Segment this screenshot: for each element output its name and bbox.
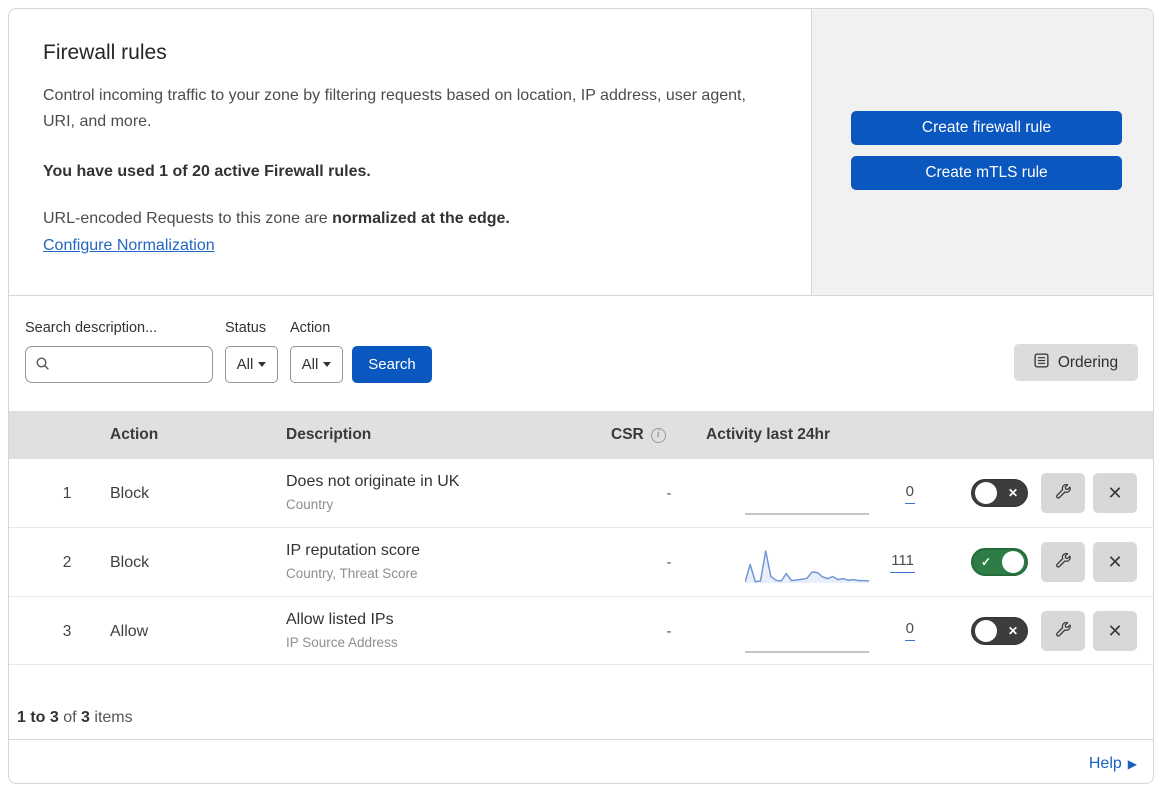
rule-fields: Country, Threat Score [286, 566, 418, 581]
footer-divider [9, 739, 1153, 740]
help-label: Help [1088, 755, 1122, 772]
ordering-button-label: Ordering [1057, 353, 1119, 371]
create-firewall-rule-button[interactable]: Create firewall rule [851, 111, 1122, 145]
search-label: Search description... [25, 320, 158, 336]
normalization-bold: normalized at the edge. [332, 210, 510, 227]
configure-normalization-link[interactable]: Configure Normalization [43, 237, 215, 255]
rule-action: Block [110, 554, 150, 571]
rule-enabled-toggle[interactable]: ✓ ✕ [971, 548, 1028, 576]
status-label: Status [225, 320, 267, 336]
rule-action: Allow [110, 623, 149, 640]
rule-description[interactable]: Allow listed IPs [286, 608, 398, 632]
rule-priority: 1 [62, 485, 72, 502]
status-value: All [236, 356, 254, 373]
arrow-right-icon: ▶ [1127, 757, 1137, 771]
wrench-icon [1053, 620, 1073, 643]
rule-fields: IP Source Address [286, 635, 398, 650]
rule-fields: Country [286, 497, 334, 512]
wrench-icon [1053, 551, 1073, 574]
list-icon [1034, 352, 1049, 373]
status-dropdown[interactable]: All [225, 346, 278, 383]
rule-csr-value: - [666, 485, 672, 502]
check-icon: ✓ [981, 555, 992, 569]
page-description: Control incoming traffic to your zone by… [43, 87, 746, 130]
rule-priority: 3 [62, 623, 72, 640]
csr-label: CSR [611, 426, 644, 443]
toggle-knob [975, 482, 997, 504]
header-section: Create firewall rule Create mTLS rule Fi… [9, 9, 1153, 296]
page-title: Firewall rules [43, 41, 167, 64]
rule-description[interactable]: IP reputation score [286, 539, 420, 563]
ordering-button[interactable]: Ordering [1014, 344, 1138, 381]
rule-enabled-toggle[interactable]: ✓ ✕ [971, 479, 1028, 507]
pagination-range: 1 to 3 [17, 709, 59, 726]
table-row: 1 Block Does not originate in UK Country… [9, 459, 1153, 528]
wrench-icon [1053, 482, 1073, 505]
pagination-total: 3 [81, 709, 90, 726]
usage-text: You have used 1 of 20 active Firewall ru… [43, 163, 371, 180]
actions-panel: Create firewall rule Create mTLS rule [811, 9, 1153, 295]
rule-priority: 2 [62, 554, 72, 571]
activity-count-cell: 0 [865, 597, 915, 664]
activity-count-link[interactable]: 0 [904, 620, 915, 641]
edit-rule-button[interactable] [1041, 473, 1085, 513]
help-link[interactable]: Help ▶ [1089, 755, 1137, 773]
activity-count-link[interactable]: 0 [904, 483, 915, 504]
info-icon[interactable]: i [650, 427, 666, 443]
search-icon [35, 356, 51, 377]
action-dropdown[interactable]: All [290, 346, 343, 383]
rule-csr-value: - [666, 554, 672, 571]
pagination-summary: 1 to 3 of 3 items [17, 709, 133, 727]
rule-description-cell: Allow listed IPs IP Source Address [286, 608, 398, 653]
normalization-text: URL-encoded Requests to this zone are no… [43, 210, 510, 228]
action-label: Action [290, 320, 331, 336]
rule-csr-value: - [666, 623, 672, 640]
column-header-description: Description [286, 426, 372, 443]
firewall-rules-card: Create firewall rule Create mTLS rule Fi… [8, 8, 1154, 784]
activity-count-link[interactable]: 111 [890, 552, 915, 573]
column-header-action: Action [110, 426, 159, 443]
rule-description-cell: Does not originate in UK Country [286, 470, 459, 515]
create-mtls-rule-button[interactable]: Create mTLS rule [851, 156, 1122, 190]
edit-rule-button[interactable] [1041, 611, 1085, 651]
search-input[interactable] [25, 346, 213, 383]
rule-enabled-toggle[interactable]: ✓ ✕ [971, 617, 1028, 645]
pagination-of: of [63, 709, 77, 726]
delete-icon: ✕ [1107, 551, 1123, 572]
x-icon: ✕ [1007, 624, 1018, 638]
action-value: All [301, 356, 319, 373]
activity-sparkline [744, 545, 870, 585]
toggle-knob [1002, 551, 1024, 573]
activity-sparkline [745, 476, 869, 516]
rule-description-cell: IP reputation score Country, Threat Scor… [286, 539, 420, 584]
chevron-down-icon [258, 362, 267, 367]
normalization-prefix: URL-encoded Requests to this zone are [43, 210, 333, 227]
edit-rule-button[interactable] [1041, 542, 1085, 582]
table-header-row: Action Description CSR i Activity last 2… [9, 411, 1153, 459]
table-row: 3 Allow Allow listed IPs IP Source Addre… [9, 597, 1153, 665]
delete-rule-button[interactable]: ✕ [1093, 473, 1137, 513]
delete-icon: ✕ [1107, 482, 1123, 503]
column-header-csr: CSR i [611, 411, 666, 459]
rule-action: Block [110, 485, 150, 502]
table-row: 2 Block IP reputation score Country, Thr… [9, 528, 1153, 597]
toggle-knob [975, 620, 997, 642]
delete-icon: ✕ [1107, 620, 1123, 641]
pagination-items: items [94, 709, 133, 726]
delete-rule-button[interactable]: ✕ [1093, 611, 1137, 651]
search-field-wrap [25, 346, 213, 383]
column-header-activity: Activity last 24hr [706, 426, 831, 443]
chevron-down-icon [323, 362, 332, 367]
x-icon: ✕ [1007, 486, 1018, 500]
activity-sparkline [745, 614, 869, 654]
activity-count-cell: 0 [865, 459, 915, 527]
delete-rule-button[interactable]: ✕ [1093, 542, 1137, 582]
activity-count-cell: 111 [865, 528, 915, 596]
search-button[interactable]: Search [352, 346, 432, 383]
rule-description[interactable]: Does not originate in UK [286, 470, 459, 494]
